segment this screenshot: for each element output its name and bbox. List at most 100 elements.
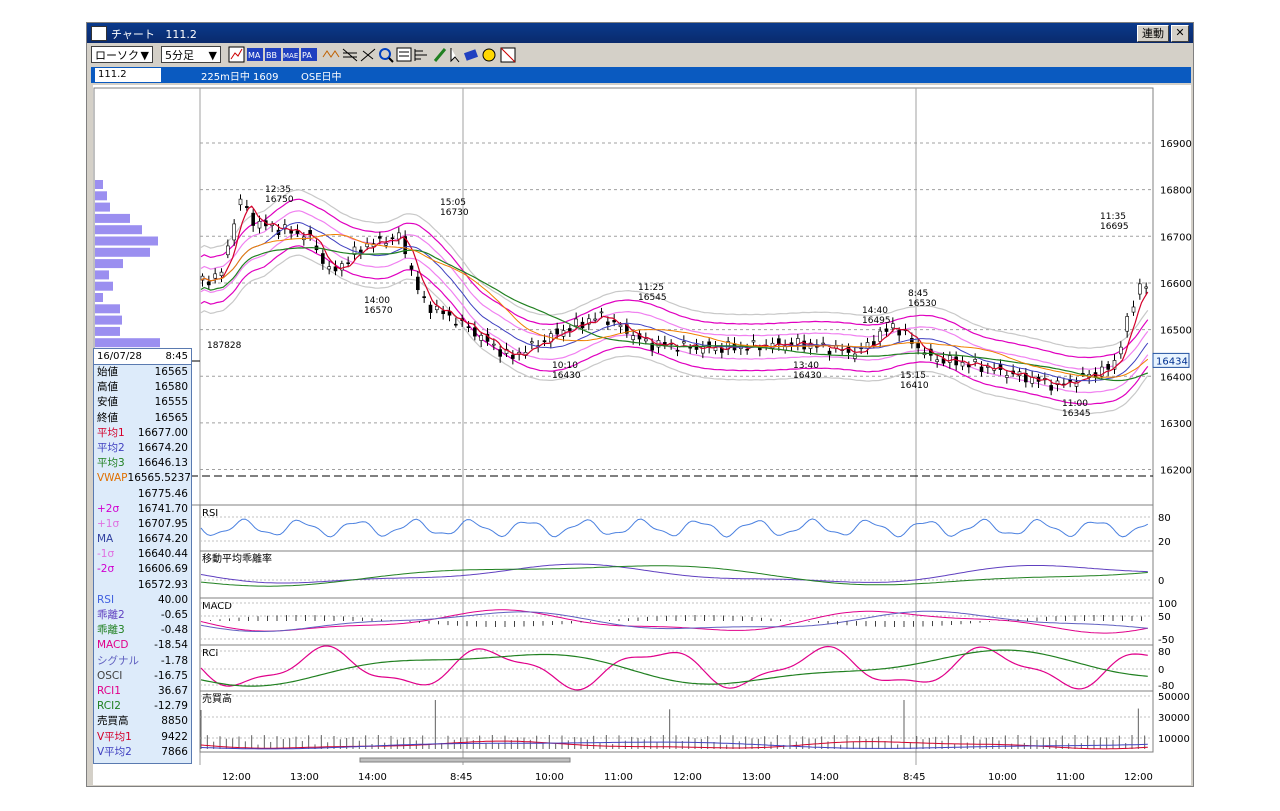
panel-time: 8:45 bbox=[165, 351, 188, 362]
candle-body bbox=[916, 342, 920, 349]
data-panel-row: 売買高 8850 bbox=[94, 714, 191, 729]
data-panel-row: V平均1 9422 bbox=[94, 730, 191, 745]
row-label: V平均1 bbox=[97, 730, 132, 743]
data-panel-row: RCI1 36.67 bbox=[94, 684, 191, 699]
bollinger-band-line bbox=[200, 210, 1149, 370]
row-label: RCI2 bbox=[97, 700, 121, 713]
annotation-time: 10:10 bbox=[552, 361, 578, 371]
annotation-price: 16430 bbox=[793, 371, 822, 381]
indicator-tick-label: 20 bbox=[1158, 537, 1171, 548]
horizontal-scrollbar[interactable] bbox=[359, 757, 571, 763]
data-panel-row: 始値 16565 bbox=[94, 365, 191, 380]
candle-body bbox=[238, 198, 243, 206]
data-panel-row: +1σ 16707.95 bbox=[94, 517, 191, 532]
annotation-price: 16430 bbox=[552, 371, 581, 381]
indicator-tick-label: -80 bbox=[1158, 681, 1174, 692]
candle-body bbox=[568, 328, 572, 331]
candle-body bbox=[245, 206, 249, 208]
candle-body bbox=[409, 265, 414, 270]
volume-profile-bar bbox=[95, 338, 160, 348]
indicator-label: 売買高 bbox=[202, 692, 232, 705]
annotation-price: 16695 bbox=[1100, 222, 1129, 232]
volume-profile-label: 187828 bbox=[207, 341, 242, 351]
indicator-panel-frame bbox=[199, 504, 1154, 552]
data-panel-row: V平均2 7866 bbox=[94, 745, 191, 760]
annotation-time: 14:00 bbox=[364, 296, 390, 306]
indicator-tick-label: 10000 bbox=[1158, 734, 1190, 745]
time-tick-label: 10:00 bbox=[535, 772, 564, 783]
indicator-label: 移動平均乖離率 bbox=[202, 552, 272, 565]
ma2-line bbox=[200, 221, 1149, 382]
candle-body bbox=[207, 281, 211, 286]
candle-body bbox=[454, 323, 458, 326]
rci1-line bbox=[200, 645, 1148, 691]
volume-profile-bar bbox=[95, 270, 109, 280]
volume-profile-bar bbox=[95, 304, 120, 314]
time-tick-label: 13:00 bbox=[742, 772, 771, 783]
row-label: +2σ bbox=[97, 502, 120, 515]
volume-profile-bar bbox=[95, 281, 113, 291]
candle-body bbox=[644, 338, 648, 342]
volume-profile-bar bbox=[95, 180, 103, 189]
row-value: 16646.13 bbox=[137, 457, 188, 470]
candle-body bbox=[435, 305, 439, 311]
main-plot-frame bbox=[93, 87, 1154, 506]
annotation-time: 11:35 bbox=[1100, 212, 1126, 222]
time-tick-label: 8:45 bbox=[450, 772, 472, 783]
indicator-tick-label: 0 bbox=[1158, 665, 1164, 676]
candle-body bbox=[688, 346, 692, 349]
bollinger-band-line bbox=[200, 254, 1149, 415]
indicator-tick-label: 30000 bbox=[1158, 713, 1190, 724]
time-tick-label: 8:45 bbox=[903, 772, 925, 783]
candle-body bbox=[321, 253, 325, 264]
candle-body bbox=[891, 323, 895, 329]
row-value: 16580 bbox=[154, 381, 188, 394]
data-panel-row: MACD -18.54 bbox=[94, 638, 191, 653]
data-panel-row: 16572.93 bbox=[94, 578, 191, 593]
data-panel-header: 16/07/28 8:45 bbox=[94, 349, 191, 365]
candle-body bbox=[365, 243, 369, 247]
data-panel-row: 16775.46 bbox=[94, 487, 191, 502]
candle-body bbox=[416, 276, 420, 291]
candle-body bbox=[682, 341, 686, 344]
data-panel-row: 安値 16555 bbox=[94, 395, 191, 410]
row-value: 16674.20 bbox=[137, 441, 188, 454]
time-tick-label: 14:00 bbox=[810, 772, 839, 783]
candle-body bbox=[960, 361, 965, 367]
indicator-panel-frame bbox=[199, 644, 1154, 692]
current-price-label: 16434 bbox=[1156, 356, 1188, 367]
row-value: 16565 bbox=[154, 366, 188, 378]
row-value: -1.78 bbox=[160, 654, 188, 667]
row-value: 40.00 bbox=[157, 593, 188, 606]
data-panel-row: -2σ 16606.69 bbox=[94, 562, 191, 577]
indicator-label: RCI bbox=[202, 648, 218, 659]
candle-body bbox=[473, 327, 477, 337]
price-tick-label: 16400 bbox=[1160, 372, 1192, 383]
data-panel-row: RCI2 -12.79 bbox=[94, 699, 191, 714]
row-value: 9422 bbox=[161, 730, 188, 743]
candle-body bbox=[378, 236, 382, 239]
row-value: 16565.5237 bbox=[127, 472, 191, 485]
row-label: MA bbox=[97, 533, 114, 546]
row-label: 平均1 bbox=[97, 426, 125, 439]
candle-body bbox=[422, 296, 426, 299]
candle-body bbox=[511, 354, 515, 359]
candle-body bbox=[498, 349, 502, 357]
candle-body bbox=[745, 348, 749, 351]
annotation-time: 14:40 bbox=[862, 306, 888, 316]
row-value: 16565 bbox=[154, 411, 188, 424]
macd-signal-line bbox=[200, 610, 1148, 632]
candle-body bbox=[1138, 283, 1142, 295]
candle-body bbox=[251, 212, 255, 226]
price-chart[interactable]: 18782812:3516750 15:051673014:001657010:1… bbox=[0, 0, 1280, 811]
candle-body bbox=[612, 319, 616, 323]
price-tick-label: 16700 bbox=[1160, 232, 1192, 243]
data-panel-row: 平均1 16677.00 bbox=[94, 426, 191, 441]
candle-body bbox=[1144, 286, 1148, 289]
panel-date: 16/07/28 bbox=[97, 351, 142, 362]
candle-body bbox=[219, 271, 224, 276]
candle-body bbox=[865, 342, 870, 349]
candle-body bbox=[441, 310, 445, 315]
annotation-time: 15:05 bbox=[440, 198, 466, 208]
candle-body bbox=[542, 340, 547, 343]
